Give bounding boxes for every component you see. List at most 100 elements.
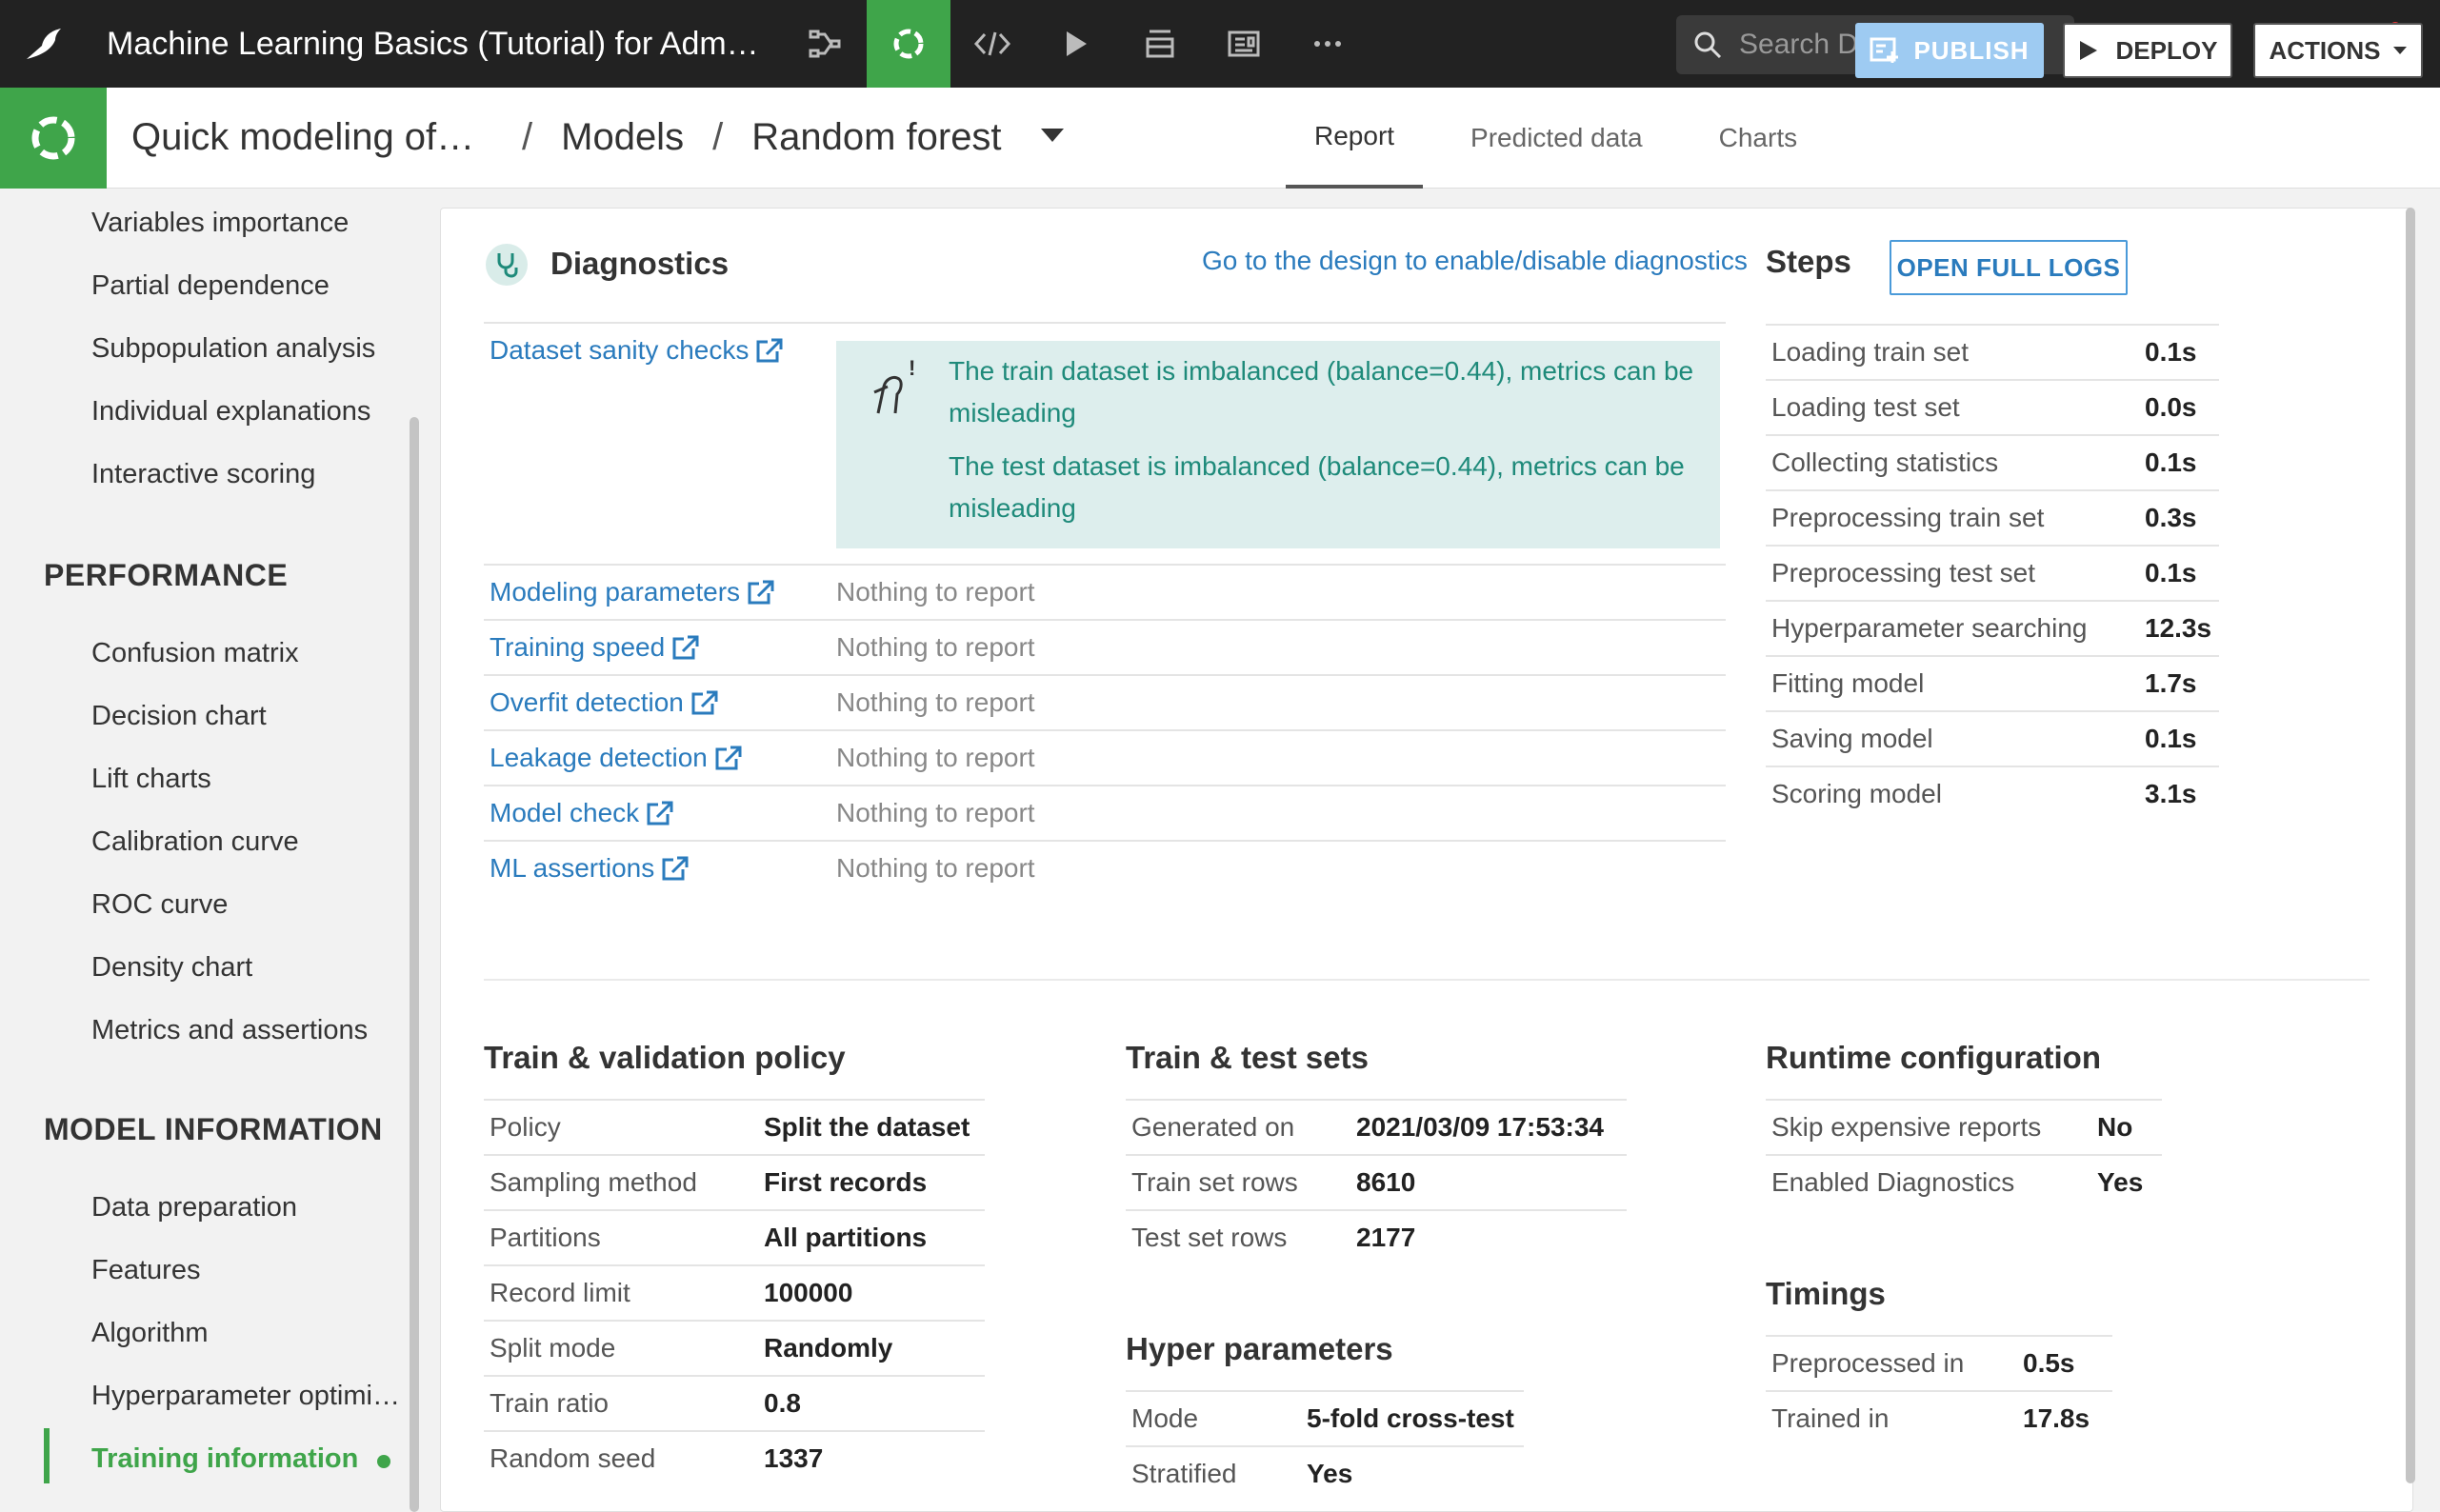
table-row: Scoring model 3.1s — [1766, 766, 2219, 821]
sidebar-item-partial-dependence[interactable]: Partial dependence — [91, 270, 415, 302]
sidebar-item-features[interactable]: Features — [91, 1255, 415, 1286]
warning-test-imbalance: The test dataset is imbalanced (balance=… — [949, 451, 1685, 523]
row-value: 1337 — [764, 1443, 824, 1473]
sidebar-item-data-preparation[interactable]: Data preparation — [91, 1192, 415, 1224]
table-row: Trained in 17.8s — [1766, 1390, 2112, 1445]
diagnostic-link-dataset-sanity[interactable]: Dataset sanity checks — [490, 335, 783, 366]
deployer-icon[interactable] — [1118, 0, 1202, 88]
sidebar-item-density-chart[interactable]: Density chart — [91, 952, 415, 984]
row-value: 0.3s — [2145, 503, 2197, 532]
diagnostic-link[interactable]: Overfit detection — [490, 687, 718, 718]
sidebar-item-variables-importance[interactable]: Variables importance — [91, 208, 415, 239]
table-row: Train set rows 8610 — [1126, 1154, 1627, 1209]
diagnostic-value: Nothing to report — [836, 632, 1035, 662]
sidebar-item-metrics-and-assertions[interactable]: Metrics and assertions — [91, 1015, 415, 1046]
sidebar-item-lift-charts[interactable]: Lift charts — [91, 764, 415, 795]
row-value: 1.7s — [2145, 668, 2197, 698]
sidebar-item-subpopulation-analysis[interactable]: Subpopulation analysis — [91, 333, 415, 365]
sidebar-scrollbar[interactable] — [410, 417, 419, 1512]
flow-icon[interactable] — [783, 0, 867, 88]
sidebar-item-confusion-matrix[interactable]: Confusion matrix — [91, 638, 415, 669]
row-label: Skip expensive reports — [1771, 1112, 2042, 1142]
row-value: 17.8s — [2023, 1403, 2090, 1433]
diagnostic-value: Nothing to report — [836, 577, 1035, 607]
sidebar-item-hyperparameter-optimization[interactable]: Hyperparameter optimi… — [91, 1381, 408, 1412]
sidebar-item-algorithm[interactable]: Algorithm — [91, 1318, 415, 1349]
table-row: Partitions All partitions — [484, 1209, 985, 1264]
sidebar-item-calibration-curve[interactable]: Calibration curve — [91, 826, 415, 858]
row-label: Scoring model — [1771, 779, 1942, 808]
model-dropdown-caret-icon[interactable] — [1040, 128, 1065, 148]
table-row: Fitting model 1.7s — [1766, 655, 2219, 710]
diagnostic-link[interactable]: Model check — [490, 798, 673, 828]
table-row: Record limit 100000 — [484, 1264, 985, 1320]
row-value: 0.1s — [2145, 448, 2197, 477]
run-icon[interactable] — [1034, 0, 1118, 88]
divider — [484, 840, 1726, 842]
breadcrumb-model[interactable]: Random forest — [751, 116, 1001, 159]
row-value: Yes — [2097, 1167, 2144, 1197]
table-row: Generated on 2021/03/09 17:53:34 — [1126, 1099, 1627, 1154]
external-link-icon — [672, 635, 699, 660]
breadcrumb-project[interactable]: Quick modeling of… — [131, 116, 493, 159]
sidebar-item-training-information[interactable]: Training information — [91, 1443, 377, 1475]
table-row: Hyperparameter searching 12.3s — [1766, 600, 2219, 655]
lab-icon[interactable] — [867, 0, 950, 88]
row-value: 0.0s — [2145, 392, 2197, 422]
sidebar-item-roc-curve[interactable]: ROC curve — [91, 889, 415, 921]
table-row: Enabled Diagnostics Yes — [1766, 1154, 2162, 1209]
table-row: Preprocessing train set 0.3s — [1766, 489, 2219, 545]
open-full-logs-button[interactable]: OPEN FULL LOGS — [1890, 240, 2128, 295]
row-label: Random seed — [490, 1443, 656, 1473]
table-row: Saving model 0.1s — [1766, 710, 2219, 766]
project-title[interactable]: Machine Learning Basics (Tutorial) for A… — [107, 26, 773, 63]
row-value: All partitions — [764, 1223, 928, 1252]
main-scrollbar[interactable] — [2406, 208, 2415, 1483]
publish-button[interactable]: PUBLISH — [1855, 23, 2044, 78]
row-value: 0.1s — [2145, 337, 2197, 367]
tab-charts[interactable]: Charts — [1690, 88, 1826, 189]
model-icon[interactable] — [0, 87, 107, 189]
row-value: 0.5s — [2023, 1348, 2075, 1378]
row-value: 2177 — [1356, 1223, 1416, 1252]
divider — [484, 785, 1726, 786]
diagnostic-label: Training speed — [490, 632, 666, 662]
sidebar-item-individual-explanations[interactable]: Individual explanations — [91, 396, 415, 428]
row-value: 2021/03/09 17:53:34 — [1356, 1112, 1604, 1142]
row-label: Loading test set — [1771, 392, 1960, 422]
table-row: Preprocessed in 0.5s — [1766, 1335, 2112, 1390]
row-label: Sampling method — [490, 1167, 697, 1197]
diagnostic-link[interactable]: Modeling parameters — [490, 577, 774, 607]
dss-logo-icon[interactable] — [0, 0, 88, 88]
diagnostic-link[interactable]: ML assertions — [490, 853, 689, 884]
tab-predicted-data[interactable]: Predicted data — [1442, 88, 1671, 189]
table-row: Loading test set 0.0s — [1766, 379, 2219, 434]
diagnostic-link[interactable]: Leakage detection — [490, 743, 742, 773]
breadcrumb-models[interactable]: Models — [561, 116, 684, 159]
deploy-button[interactable]: DEPLOY — [2063, 23, 2232, 78]
row-label: Loading train set — [1771, 337, 1970, 367]
more-icon[interactable] — [1286, 0, 1370, 88]
dashboard-icon[interactable] — [1202, 0, 1286, 88]
sidebar-item-decision-chart[interactable]: Decision chart — [91, 701, 415, 732]
diagnostic-label: Dataset sanity checks — [490, 335, 750, 365]
sidebar-item-interactive-scoring[interactable]: Interactive scoring — [91, 459, 415, 490]
external-link-icon — [715, 746, 742, 770]
diagnostic-link[interactable]: Training speed — [490, 632, 699, 663]
row-value: 8610 — [1356, 1167, 1416, 1197]
table-row: Loading train set 0.1s — [1766, 324, 2219, 379]
sidebar-header-performance: PERFORMANCE — [44, 558, 289, 592]
row-label: Hyperparameter searching — [1771, 613, 2088, 643]
caret-down-icon — [2392, 47, 2407, 54]
runtime-configuration-title: Runtime configuration — [1766, 1040, 2101, 1075]
design-diagnostics-link[interactable]: Go to the design to enable/disable diagn… — [1202, 246, 1748, 276]
row-label: Saving model — [1771, 724, 1933, 753]
code-icon[interactable] — [950, 0, 1034, 88]
model-header: Quick modeling of… / Models / Random for… — [0, 87, 2440, 189]
actions-button[interactable]: ACTIONS — [2253, 23, 2423, 78]
row-value: Yes — [1307, 1459, 1353, 1488]
table-row: Test set rows 2177 — [1126, 1209, 1627, 1264]
row-label: Collecting statistics — [1771, 448, 1999, 477]
tab-report[interactable]: Report — [1286, 88, 1424, 189]
table-row: Collecting statistics 0.1s — [1766, 434, 2219, 489]
